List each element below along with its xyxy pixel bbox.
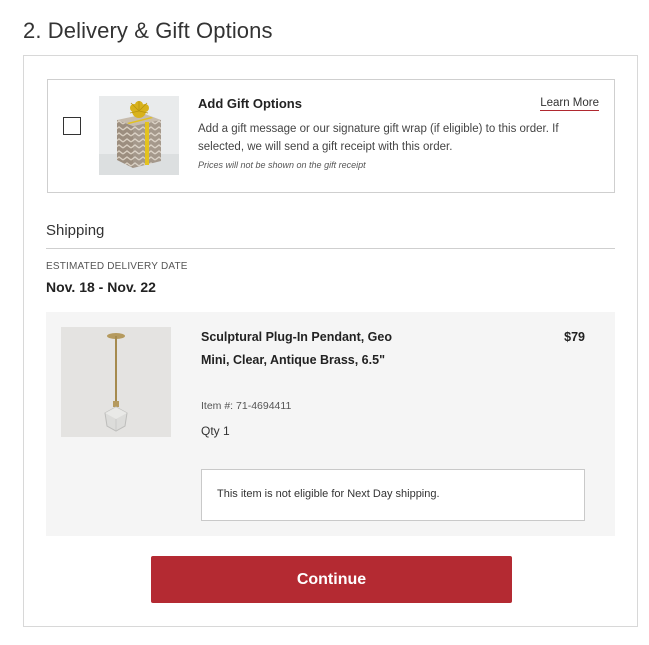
product-item-number: Item #: 71-4694411: [201, 400, 292, 412]
shipping-eligibility-text: This item is not eligible for Next Day s…: [217, 488, 440, 500]
gift-options-checkbox[interactable]: [63, 117, 81, 135]
gift-options-description: Add a gift message or our signature gift…: [198, 123, 559, 153]
product-name[interactable]: Sculptural Plug-In Pendant, Geo Mini, Cl…: [201, 326, 401, 372]
section-title: 2. Delivery & Gift Options: [23, 18, 273, 43]
continue-button[interactable]: Continue: [151, 556, 512, 603]
product-price: $79: [564, 330, 585, 344]
gift-options-title: Add Gift Options: [198, 96, 302, 111]
estimated-delivery-date: Nov. 18 - Nov. 22: [46, 279, 156, 295]
gift-box-image: [99, 96, 179, 175]
estimated-delivery-label: ESTIMATED DELIVERY DATE: [46, 261, 188, 272]
gift-options-box: Add Gift Options Learn More Add a gift m…: [47, 79, 615, 193]
gift-receipt-note: Prices will not be shown on the gift rec…: [198, 160, 366, 170]
shipping-heading: Shipping: [46, 222, 105, 239]
shipping-divider: [46, 248, 615, 249]
product-quantity: Qty 1: [201, 424, 230, 438]
shipping-eligibility-notice: This item is not eligible for Next Day s…: [201, 469, 585, 521]
learn-more-link[interactable]: Learn More: [540, 97, 599, 111]
delivery-panel: Add Gift Options Learn More Add a gift m…: [23, 55, 638, 627]
pendant-product-image: [61, 327, 171, 437]
cart-item: Sculptural Plug-In Pendant, Geo Mini, Cl…: [46, 312, 615, 536]
